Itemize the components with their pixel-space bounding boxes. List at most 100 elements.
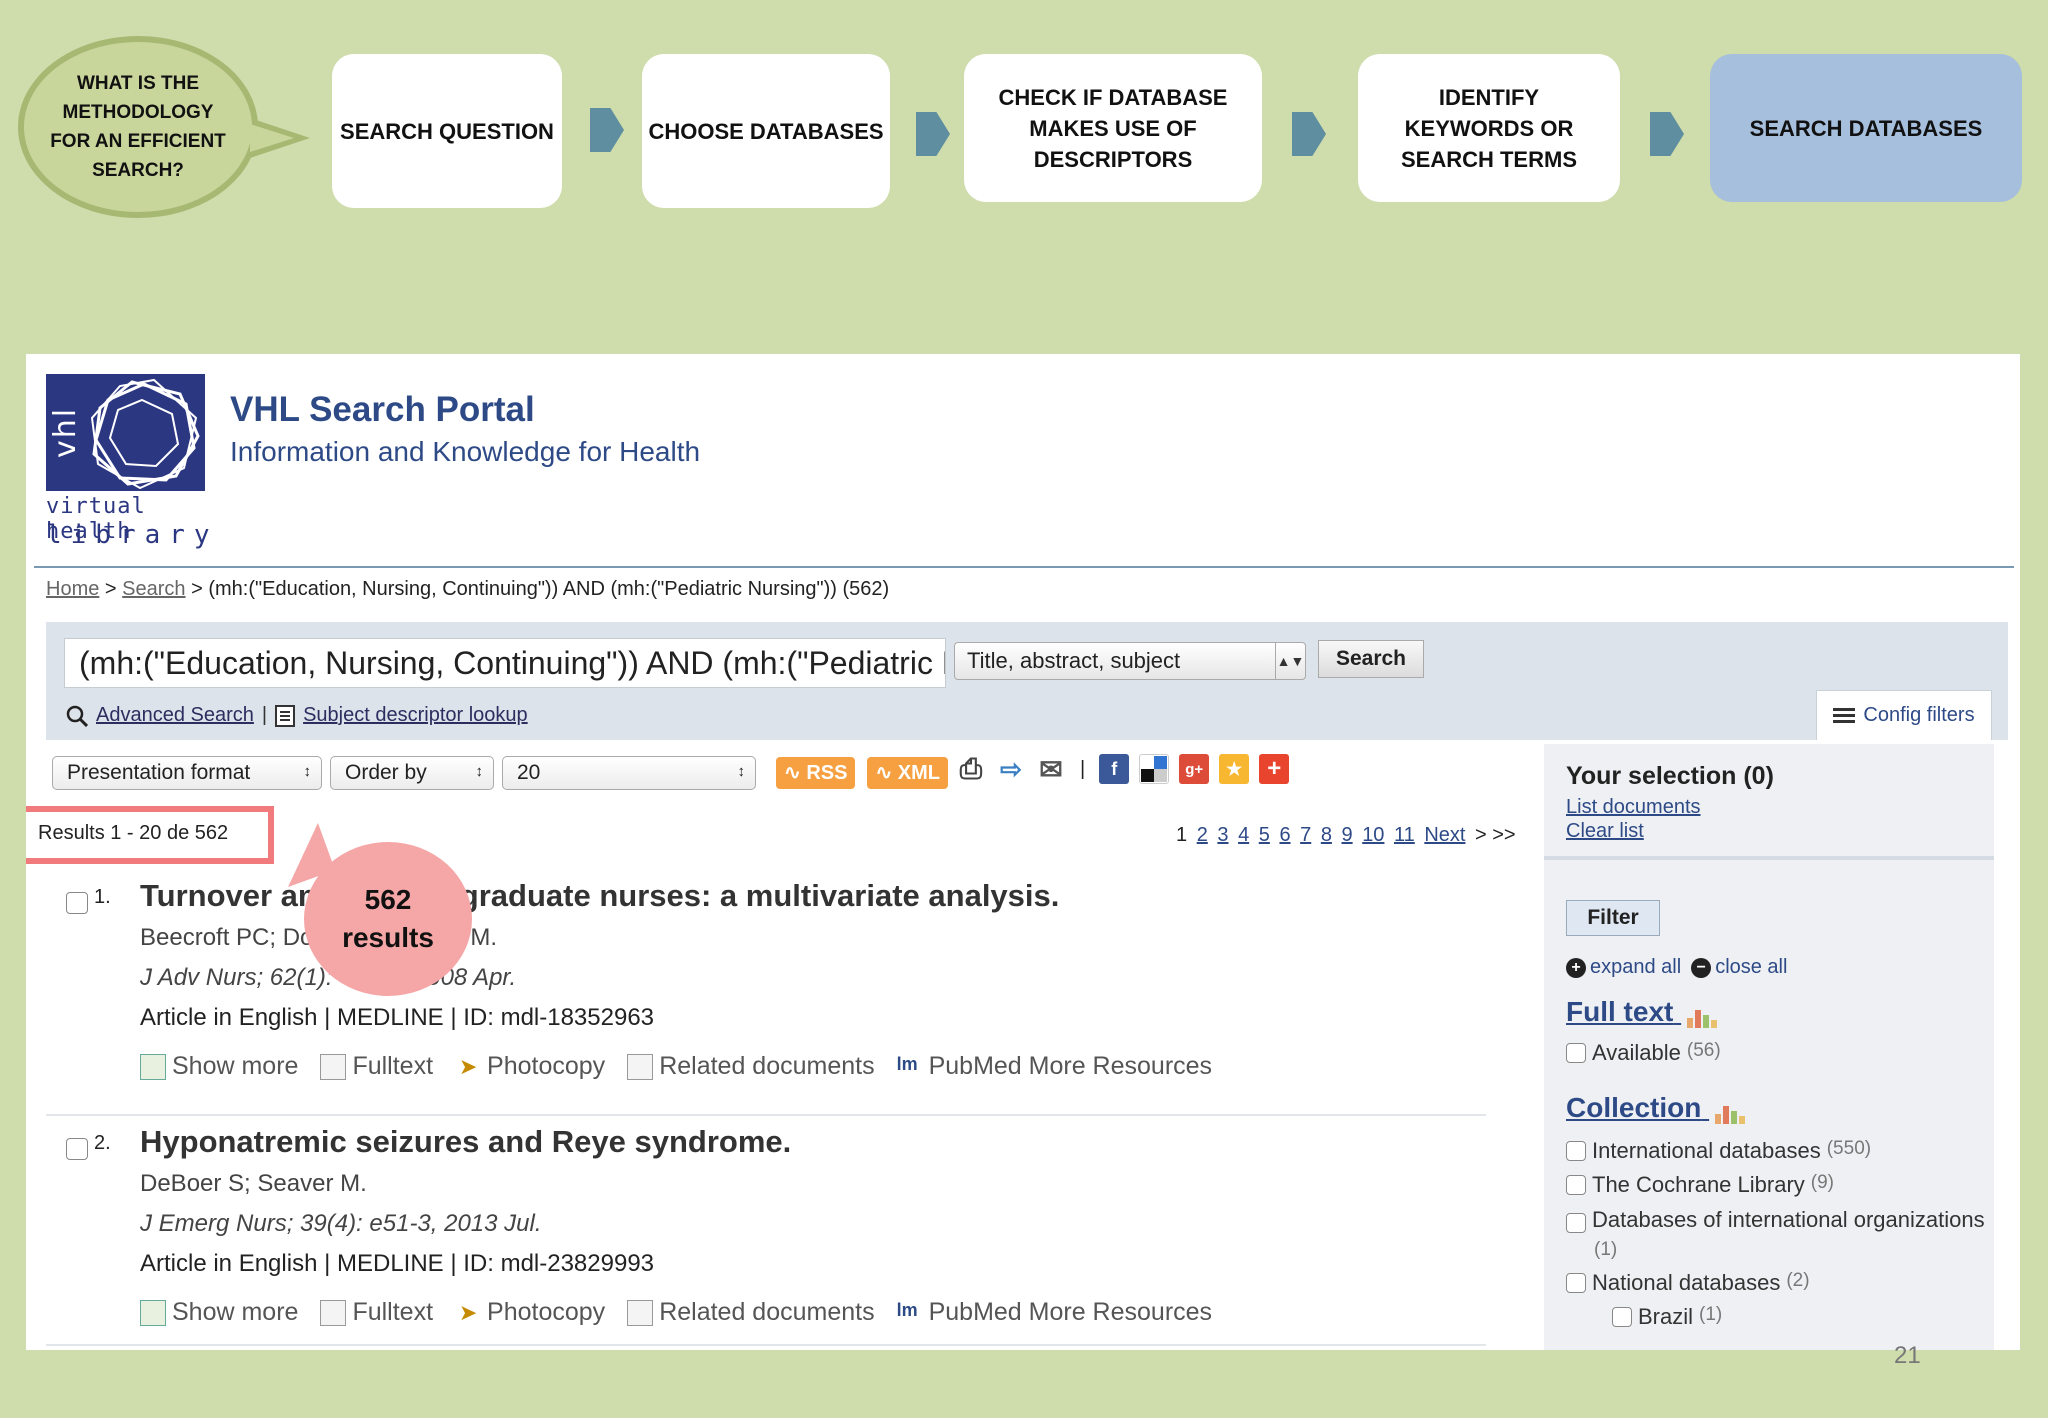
order-by-select[interactable]: Order by <box>330 756 494 790</box>
photocopy-link[interactable]: ➤ Photocopy <box>455 1298 605 1327</box>
page-link[interactable]: 3 <box>1217 824 1228 846</box>
delicious-icon[interactable] <box>1139 754 1170 784</box>
facet-option[interactable]: International databases (550) <box>1566 1138 1986 1164</box>
facet-option[interactable]: National databases (2) <box>1566 1270 1986 1296</box>
pubmed-label: PubMed More Resources <box>928 1298 1213 1326</box>
facet-fulltext-heading[interactable]: Full text <box>1566 996 1718 1028</box>
list-documents-link[interactable]: List documents <box>1566 796 1701 819</box>
breadcrumb-home-link[interactable]: Home <box>46 578 99 600</box>
step-arrow <box>590 108 624 152</box>
step-arrow <box>1650 112 1684 156</box>
minus-circle-icon[interactable]: − <box>1691 957 1712 978</box>
filter-button[interactable]: Filter <box>1566 900 1660 936</box>
facet-checkbox[interactable] <box>1612 1307 1632 1327</box>
facet-checkbox[interactable] <box>1566 1141 1586 1161</box>
search-query-input[interactable]: (mh:("Education, Nursing, Continuing")) … <box>64 638 946 688</box>
email-icon[interactable]: ✉ <box>1036 754 1066 785</box>
breadcrumb-search-link[interactable]: Search <box>122 578 185 600</box>
fulltext-link[interactable]: Fulltext <box>320 1298 433 1327</box>
step-arrow <box>1292 112 1326 156</box>
add-share-icon[interactable]: + <box>1259 754 1290 784</box>
record-title[interactable]: Hyponatremic seizures and Reye syndrome. <box>140 1124 791 1160</box>
record-meta: Article in English | MEDLINE | ID: mdl-2… <box>140 1250 655 1277</box>
record-meta: Article in English | MEDLINE | ID: mdl-1… <box>140 1004 655 1031</box>
advanced-search-link[interactable]: Advanced Search <box>96 704 254 727</box>
step-label: SEARCH DATABASES <box>1749 115 1983 141</box>
facet-option[interactable]: The Cochrane Library (9) <box>1566 1172 1986 1198</box>
fulltext-link[interactable]: Fulltext <box>320 1052 433 1081</box>
show-more-link[interactable]: Show more <box>140 1052 298 1081</box>
bubble-tail-inner <box>250 124 294 152</box>
record-journal[interactable]: J Emerg Nurs; 39(4): e51-3, 2013 Jul. <box>140 1210 542 1238</box>
facet-count: (2) <box>1786 1270 1810 1291</box>
expand-collapse-controls: + expand all − close all <box>1566 956 1787 979</box>
record-title[interactable]: Turnover among new graduate nurses: a mu… <box>140 878 1059 914</box>
xml-label: XML <box>897 762 940 784</box>
rss-button[interactable]: ∿ RSS <box>776 757 856 789</box>
facet-checkbox[interactable] <box>1566 1212 1586 1233</box>
facet-option[interactable]: Brazil (1) <box>1612 1304 2020 1330</box>
presentation-format-select[interactable]: Presentation format <box>52 756 322 790</box>
descriptor-lookup-link[interactable]: Subject descriptor lookup <box>303 704 528 727</box>
facebook-icon[interactable]: f <box>1099 754 1130 784</box>
facet-checkbox[interactable] <box>1566 1175 1586 1195</box>
xml-button[interactable]: ∿ XML <box>867 757 948 789</box>
vhl-logo[interactable]: vhl virtual health library <box>46 374 210 550</box>
record-authors[interactable]: DeBoer S; Seaver M. <box>140 1170 367 1198</box>
pubmed-resources-link[interactable]: lm PubMed More Resources <box>897 1052 1212 1081</box>
magnifier-icon <box>66 705 88 727</box>
page-current: 1 <box>1176 824 1188 846</box>
document-add-icon <box>140 1300 166 1327</box>
google-plus-icon[interactable]: g+ <box>1179 754 1210 784</box>
favorite-star-icon[interactable]: ★ <box>1219 754 1250 784</box>
record-checkbox[interactable] <box>66 892 88 914</box>
methodology-question-bubble: WHAT IS THE METHODOLOGY FOR AN EFFICIENT… <box>18 36 258 218</box>
list-icon <box>275 704 296 727</box>
facet-checkbox[interactable] <box>1566 1043 1586 1063</box>
facet-count: (56) <box>1686 1040 1721 1061</box>
search-options: Advanced Search | Subject descriptor loo… <box>66 704 528 727</box>
page-link[interactable]: 6 <box>1279 824 1290 846</box>
facet-label: The Cochrane Library <box>1592 1172 1805 1197</box>
facet-checkbox[interactable] <box>1566 1273 1586 1293</box>
clear-list-link[interactable]: Clear list <box>1566 820 1644 843</box>
facet-count: (550) <box>1826 1138 1872 1159</box>
page-link[interactable]: 7 <box>1300 824 1311 846</box>
facet-collection-heading[interactable]: Collection <box>1566 1092 1746 1124</box>
show-more-link[interactable]: Show more <box>140 1298 298 1327</box>
logo-vertical-text: vhl <box>48 406 83 458</box>
related-documents-link[interactable]: Related documents <box>627 1052 875 1081</box>
page-link[interactable]: 11 <box>1394 824 1415 846</box>
export-icon[interactable]: ⇨ <box>996 754 1026 784</box>
fulltext-label: Fulltext <box>352 1052 434 1080</box>
next-page-link[interactable]: Next <box>1424 824 1465 846</box>
photocopy-link[interactable]: ➤ Photocopy <box>455 1052 605 1081</box>
record-divider <box>46 1114 1486 1116</box>
your-selection-title: Your selection (0) <box>1566 762 1774 790</box>
page-link[interactable]: 10 <box>1362 824 1384 846</box>
facet-option[interactable]: Available (56) <box>1566 1040 1986 1066</box>
pubmed-resources-link[interactable]: lm PubMed More Resources <box>897 1298 1212 1327</box>
per-page-select[interactable]: 20 <box>502 756 756 790</box>
last-page-link[interactable]: > >> <box>1475 824 1516 846</box>
print-icon[interactable]: ⎙ <box>956 753 986 784</box>
search-field-select[interactable]: Title, abstract, subject ▲▼ <box>954 642 1306 680</box>
search-button[interactable]: Search <box>1318 640 1424 678</box>
page-link[interactable]: 2 <box>1197 824 1208 846</box>
breadcrumb: Home > Search > (mh:("Education, Nursing… <box>46 578 889 601</box>
related-documents-link[interactable]: Related documents <box>627 1298 875 1327</box>
page-link[interactable]: 4 <box>1238 824 1249 846</box>
close-all-link[interactable]: close all <box>1715 956 1787 979</box>
photocopy-icon: ➤ <box>458 1300 478 1326</box>
page-link[interactable]: 5 <box>1259 824 1270 846</box>
record-checkbox[interactable] <box>66 1138 88 1160</box>
plus-circle-icon[interactable]: + <box>1566 957 1586 978</box>
step-check-descriptors: CHECK IF DATABASE MAKES USE OF DESCRIPTO… <box>964 54 1262 202</box>
page-link[interactable]: 8 <box>1321 824 1332 846</box>
page-link[interactable]: 9 <box>1342 824 1353 846</box>
fulltext-label: Fulltext <box>352 1298 434 1326</box>
related-label: Related documents <box>659 1052 875 1080</box>
config-filters-tab[interactable]: Config filters <box>1816 690 1992 740</box>
facet-option[interactable]: Databases of international organizations… <box>1566 1206 1986 1264</box>
expand-all-link[interactable]: expand all <box>1590 956 1681 979</box>
